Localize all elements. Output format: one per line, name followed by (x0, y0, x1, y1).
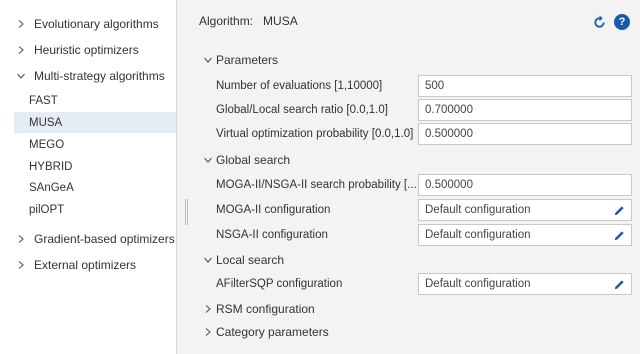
afilter-config-label: AFilterSQP configuration (216, 278, 343, 290)
section-global-search[interactable]: Global search (204, 150, 290, 170)
section-label: Global search (216, 153, 291, 167)
tree-group-evolutionary[interactable]: Evolutionary algorithms (0, 13, 176, 35)
algorithm-header: Algorithm: MUSA (199, 14, 298, 28)
tree-group-label: Gradient-based optimizers (34, 232, 175, 246)
chevron-right-icon (17, 46, 27, 54)
pencil-icon[interactable] (612, 277, 626, 291)
tree-group-gradient[interactable]: Gradient-based optimizers (0, 228, 176, 250)
section-label: Parameters (216, 53, 279, 67)
evaluations-label: Number of evaluations [1,10000] (216, 80, 383, 92)
chevron-right-icon (17, 235, 27, 243)
chevron-right-icon (17, 20, 27, 28)
chevron-right-icon (17, 261, 27, 269)
section-parameters[interactable]: Parameters (204, 50, 278, 70)
algorithm-label: Algorithm: (199, 14, 254, 28)
nsga-config-label: NSGA-II configuration (216, 229, 328, 241)
chevron-down-icon (204, 156, 214, 164)
tree-group-heuristic[interactable]: Heuristic optimizers (0, 39, 176, 61)
panel-splitter-handle[interactable] (185, 199, 189, 225)
virtual-probability-field[interactable]: 0.500000 (418, 123, 632, 145)
chevron-down-icon (17, 72, 27, 80)
section-local-search[interactable]: Local search (204, 250, 284, 270)
search-probability-field[interactable]: 0.500000 (418, 174, 632, 196)
algorithm-tree: Evolutionary algorithms Heuristic optimi… (0, 0, 177, 354)
chevron-right-icon (204, 328, 214, 336)
evaluations-field[interactable]: 500 (418, 75, 632, 97)
tree-group-label: Evolutionary algorithms (34, 17, 159, 31)
tree-item-mego[interactable]: MEGO (14, 134, 176, 155)
reset-icon[interactable] (591, 14, 607, 30)
properties-panel: Algorithm: MUSA ? Parameters Number of e… (190, 0, 640, 354)
tree-group-label: External optimizers (34, 258, 137, 272)
tree-item-fast[interactable]: FAST (14, 90, 176, 111)
pencil-icon[interactable] (612, 203, 626, 217)
tree-group-multi-strategy[interactable]: Multi-strategy algorithms (0, 65, 176, 87)
moga-config-label: MOGA-II configuration (216, 204, 331, 216)
ratio-label: Global/Local search ratio [0.0,1.0] (216, 104, 388, 116)
tree-group-external[interactable]: External optimizers (0, 254, 176, 276)
tree-item-hybrid[interactable]: HYBRID (14, 156, 176, 177)
chevron-down-icon (204, 56, 214, 64)
chevron-right-icon (204, 305, 214, 313)
tree-group-label: Heuristic optimizers (34, 43, 139, 57)
moga-config-value: Default configuration (425, 204, 531, 216)
algorithm-value: MUSA (263, 14, 298, 28)
nsga-config-value: Default configuration (425, 229, 531, 241)
moga-config-field[interactable]: Default configuration (418, 199, 632, 221)
pencil-icon[interactable] (612, 228, 626, 242)
help-icon[interactable]: ? (614, 14, 630, 30)
tree-item-musa[interactable]: MUSA (14, 112, 176, 133)
section-rsm[interactable]: RSM configuration (204, 299, 315, 319)
tree-item-pilopt[interactable]: pilOPT (14, 199, 176, 220)
chevron-down-icon (204, 256, 214, 264)
tree-item-sangea[interactable]: SAnGeA (14, 177, 176, 198)
section-label: Local search (216, 253, 285, 267)
section-label: Category parameters (216, 325, 329, 339)
tree-group-label: Multi-strategy algorithms (34, 69, 165, 83)
nsga-config-field[interactable]: Default configuration (418, 224, 632, 246)
section-label: RSM configuration (216, 302, 315, 316)
section-category[interactable]: Category parameters (204, 322, 329, 342)
ratio-field[interactable]: 0.700000 (418, 99, 632, 121)
virtual-probability-label: Virtual optimization probability [0.0,1.… (216, 128, 414, 140)
afilter-config-value: Default configuration (425, 278, 531, 290)
search-probability-label: MOGA-II/NSGA-II search probability [... (216, 179, 417, 191)
afilter-config-field[interactable]: Default configuration (418, 273, 632, 295)
